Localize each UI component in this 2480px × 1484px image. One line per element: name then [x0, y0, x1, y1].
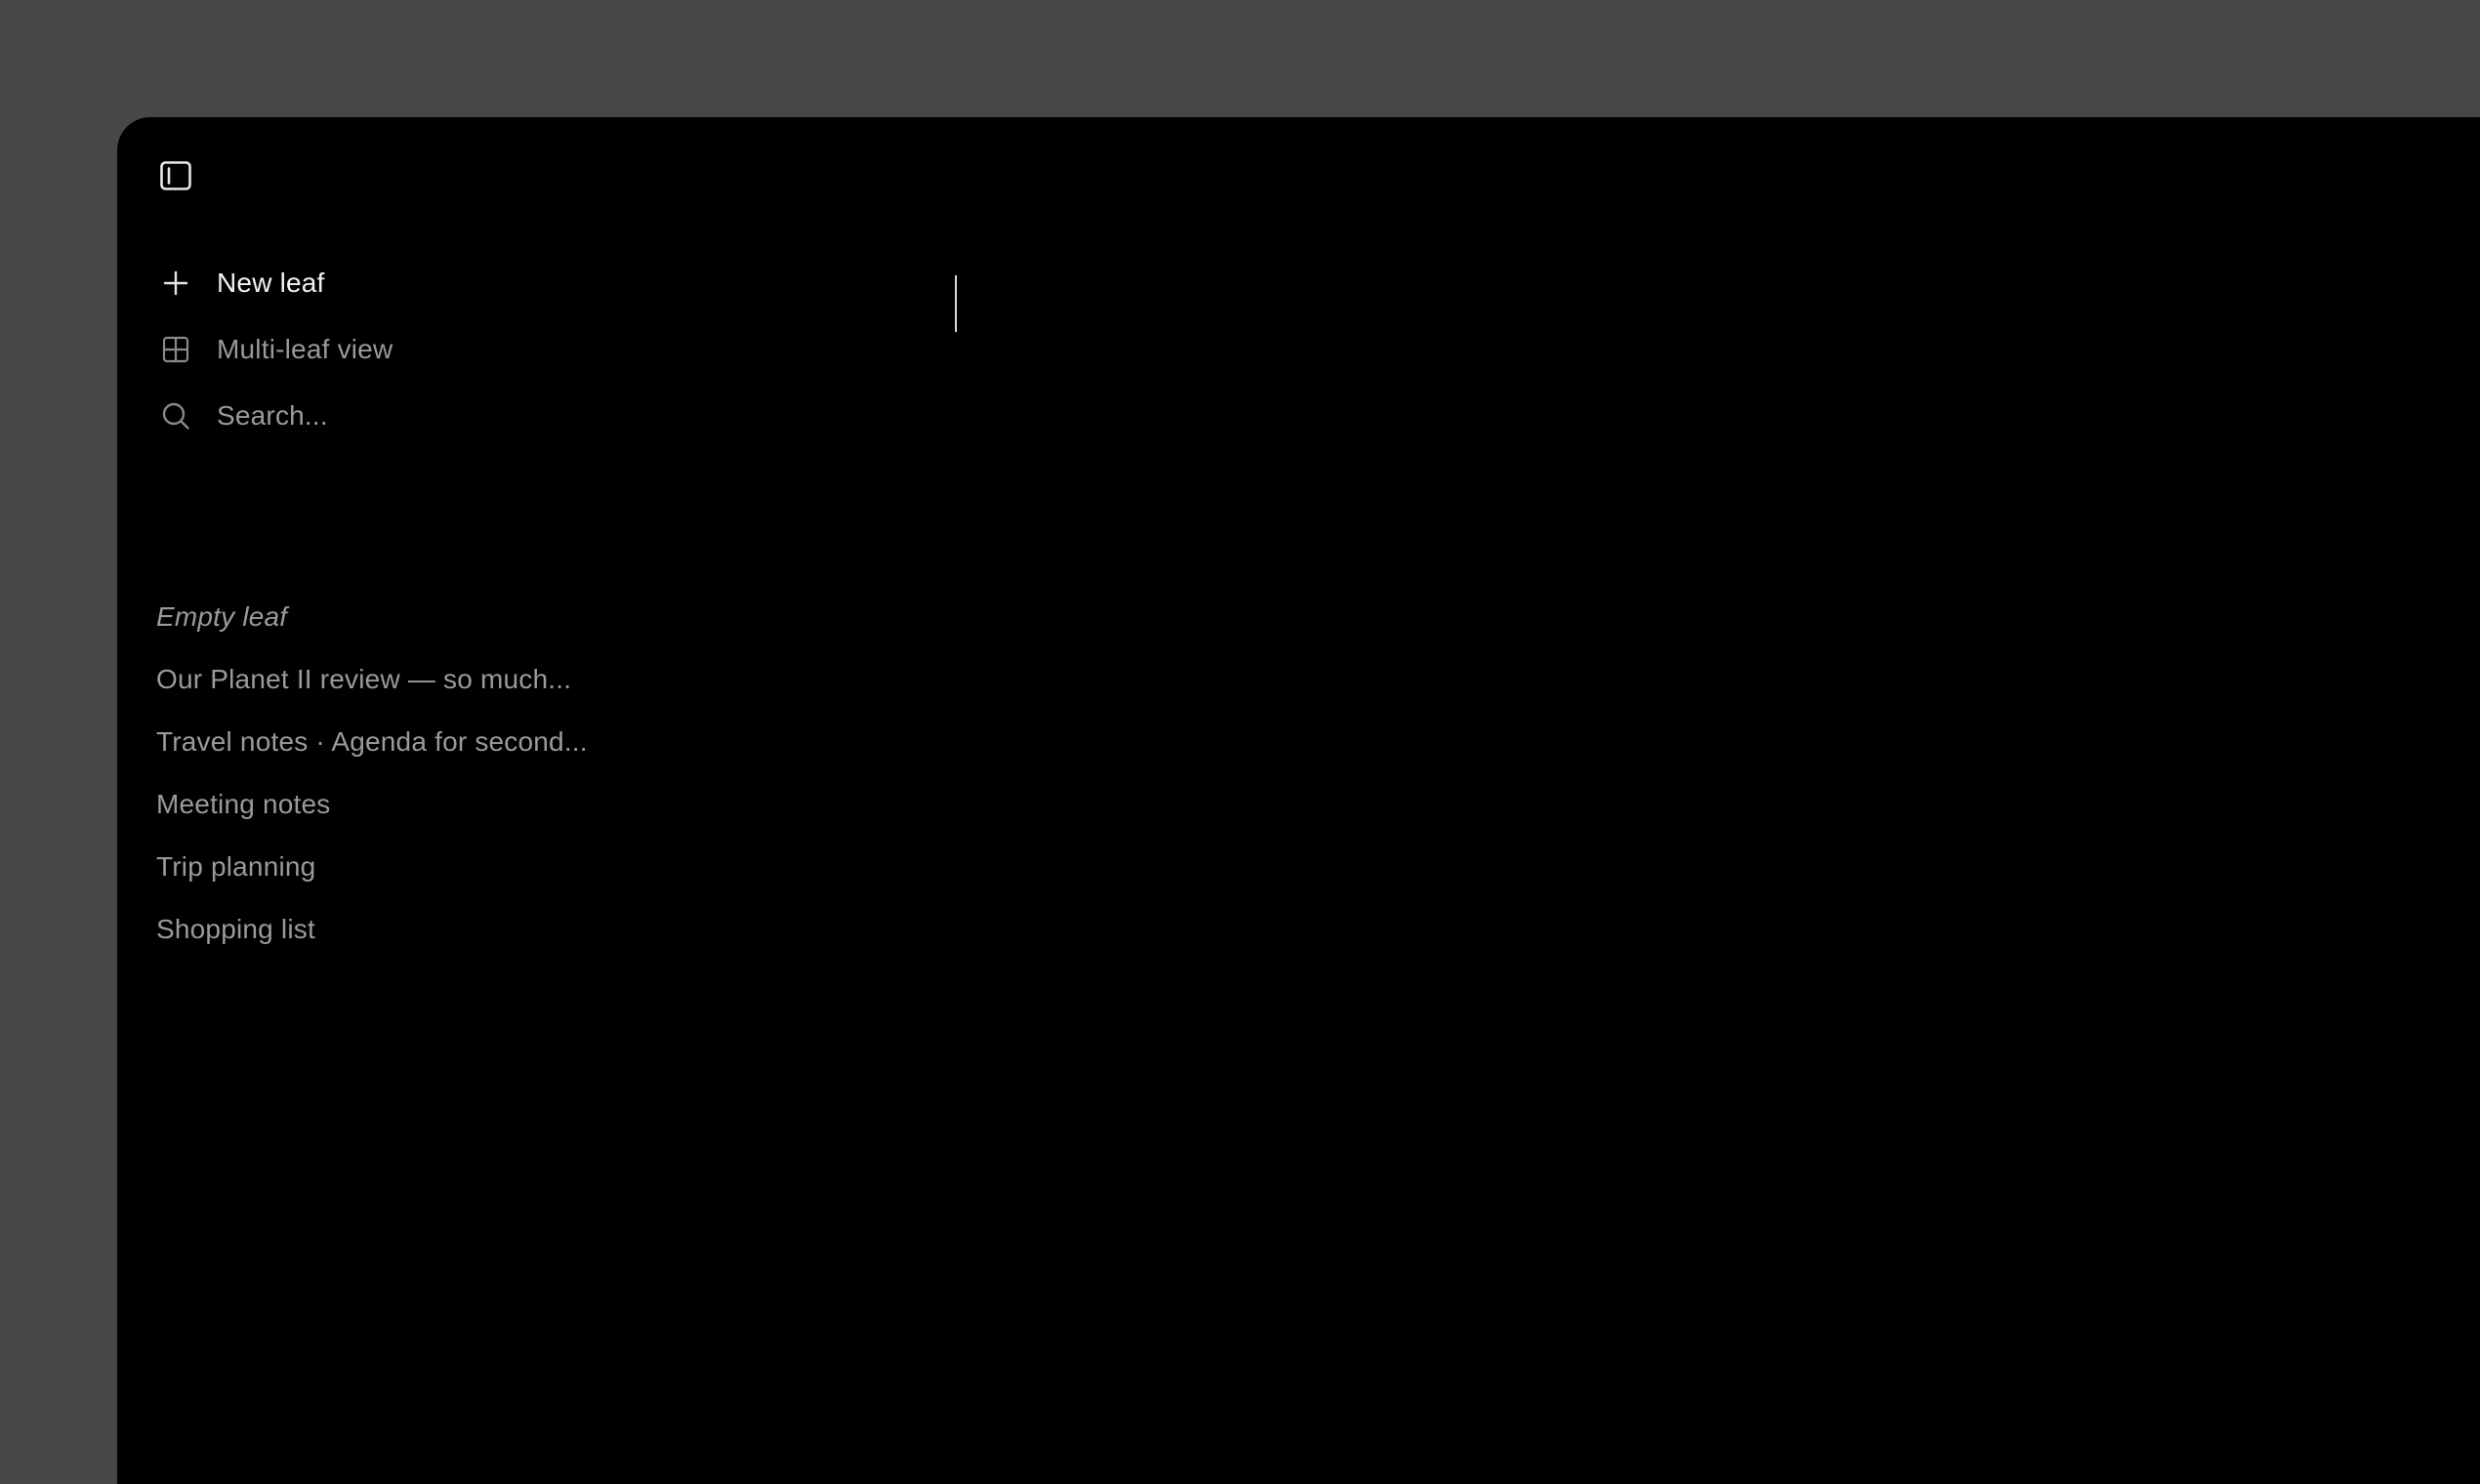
multi-leaf-view-button[interactable]: Multi-leaf view [158, 316, 393, 383]
leaf-item[interactable]: Meeting notes [156, 773, 588, 836]
leaf-item[interactable]: Trip planning [156, 836, 588, 898]
search-button[interactable]: Search... [158, 383, 393, 449]
leaf-item-empty[interactable]: Empty leaf [156, 586, 588, 648]
leaf-editor[interactable] [820, 117, 2480, 1484]
leaf-item[interactable]: Travel notes · Agenda for second... [156, 711, 588, 773]
app-window: New leaf Multi-leaf view Search... Empty… [117, 117, 2480, 1484]
new-leaf-button[interactable]: New leaf [158, 250, 393, 316]
sidebar-panel-icon [159, 159, 192, 197]
new-leaf-label: New leaf [217, 268, 325, 298]
leaf-list: Empty leaf Our Planet II review — so muc… [156, 586, 588, 961]
leaf-item[interactable]: Our Planet II review — so much... [156, 648, 588, 711]
sidebar-toggle-button[interactable] [158, 160, 193, 195]
search-label: Search... [217, 400, 328, 431]
sidebar-nav: New leaf Multi-leaf view Search... [158, 250, 393, 449]
leaf-item[interactable]: Shopping list [156, 898, 588, 961]
text-caret [955, 275, 957, 332]
multi-leaf-view-label: Multi-leaf view [217, 334, 393, 364]
plus-icon [158, 266, 193, 301]
grid-layout-icon [158, 332, 193, 367]
search-icon [158, 398, 193, 433]
